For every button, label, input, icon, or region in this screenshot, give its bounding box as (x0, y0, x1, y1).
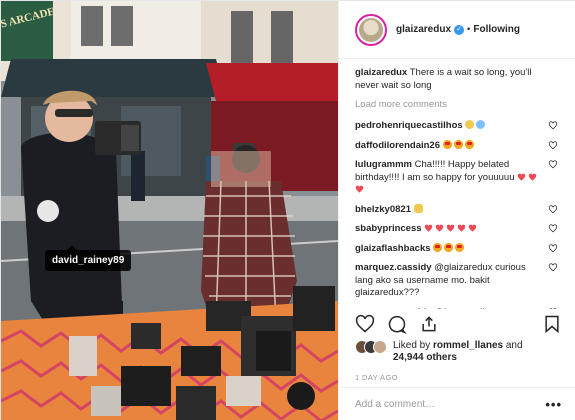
author-avatar[interactable] (355, 13, 387, 46)
crying-face-emoji-icon (476, 120, 486, 129)
comment-row: glaizaflashbacks (355, 242, 560, 256)
heart-eyes-emoji-icon (442, 139, 452, 149)
comment-username[interactable]: lulugrammm (355, 159, 412, 170)
comment-row: daffodilorendain26 (355, 139, 560, 153)
post-actions (355, 311, 562, 337)
comment-username[interactable]: marquez.cassidy (355, 262, 432, 273)
caption-username[interactable]: glaizaredux (355, 67, 407, 78)
caption: glaizaredux There is a wait so long, you… (355, 67, 560, 92)
share-icon[interactable] (419, 314, 439, 334)
heart-eyes-emoji-icon (444, 242, 454, 252)
like-comment-icon[interactable] (548, 307, 558, 310)
more-options-icon[interactable]: ••• (545, 397, 562, 412)
hearts-emoji-icon (435, 224, 444, 232)
photo-user-tag[interactable]: david_rainey89 (45, 245, 132, 271)
heart-eyes-emoji-icon (453, 139, 463, 149)
comment-row: lulugrammm Cha!!!!! Happy belated birthd… (355, 159, 560, 197)
comment-username[interactable]: bhelzky0821 (355, 204, 411, 215)
comment-row: marquez.cassidy @glaizaredux curious lan… (355, 262, 560, 300)
comment-username[interactable]: marquez.cassidy (355, 307, 432, 310)
like-comment-icon[interactable] (548, 121, 558, 130)
comment-row: bhelzky0821 (355, 203, 560, 217)
red-heart-emoji-icon (517, 173, 526, 181)
header-separator: • (467, 24, 471, 35)
comment-username[interactable]: pedrohenriquecastilhos (355, 120, 463, 131)
like-comment-icon[interactable] (548, 243, 558, 253)
post-side-panel: glaizaredux ✓ • Following glaizaredux Th… (338, 1, 575, 420)
clapping-hands-emoji-icon (413, 203, 423, 213)
comment-username[interactable]: sbabyprincess (355, 223, 422, 234)
comment-username[interactable]: daffodilorendain26 (355, 140, 440, 151)
like-comment-icon[interactable] (548, 224, 558, 233)
load-more-comments-button[interactable]: Load more comments (355, 99, 560, 110)
likes-summary: Liked by rommel_llanes and 24,944 others (355, 340, 562, 364)
like-comment-icon[interactable] (548, 160, 558, 169)
sad-face-emoji-icon (465, 120, 475, 129)
hearts-emoji-icon (446, 224, 455, 232)
post-timestamp[interactable]: 1 DAY AGO (355, 373, 398, 382)
comment-row: marquez.cassidy @iamangelicap balentayms… (355, 307, 560, 310)
bookmark-icon[interactable] (542, 314, 562, 334)
red-heart-emoji-icon (355, 185, 364, 193)
post-header: glaizaredux ✓ • Following (339, 1, 575, 59)
like-comment-icon[interactable] (548, 204, 558, 214)
comment-row: sbabyprincess (355, 223, 560, 236)
hearts-emoji-icon (424, 224, 433, 232)
follow-status-button[interactable]: Following (473, 24, 520, 35)
comment-icon[interactable] (387, 314, 407, 334)
likes-conjunction: and (505, 340, 523, 351)
author-username[interactable]: glaizaredux (396, 24, 451, 35)
red-heart-emoji-icon (468, 224, 477, 232)
comment-row: pedrohenriquecastilhos (355, 120, 560, 133)
comment-username[interactable]: glaizaflashbacks (355, 243, 431, 254)
heart-icon[interactable] (355, 314, 375, 334)
like-comment-icon[interactable] (548, 263, 558, 272)
add-comment-input[interactable] (355, 399, 546, 410)
comments-list: glaizaredux There is a wait so long, you… (339, 59, 575, 309)
add-comment-bar: ••• (339, 387, 575, 420)
like-comment-icon[interactable] (548, 140, 558, 150)
likes-prefix: Liked by (393, 340, 431, 351)
heart-eyes-emoji-icon (455, 242, 465, 252)
verified-badge-icon: ✓ (454, 24, 465, 35)
likes-others-count[interactable]: 24,944 others (393, 352, 457, 363)
red-heart-emoji-icon (528, 173, 537, 181)
post-photo[interactable]: S ARCADE david_rainey89 (1, 1, 338, 420)
liker-avatars[interactable] (355, 340, 389, 354)
instagram-post: S ARCADE david_rainey89 glaizaredux ✓ • … (0, 0, 575, 420)
liker-username[interactable]: rommel_llanes (433, 340, 503, 351)
red-heart-emoji-icon (457, 224, 466, 232)
heart-eyes-emoji-icon (433, 242, 443, 252)
photo-illustration: S ARCADE (1, 1, 338, 420)
likes-text: Liked by rommel_llanes and 24,944 others (393, 340, 523, 364)
heart-eyes-emoji-icon (464, 139, 474, 149)
